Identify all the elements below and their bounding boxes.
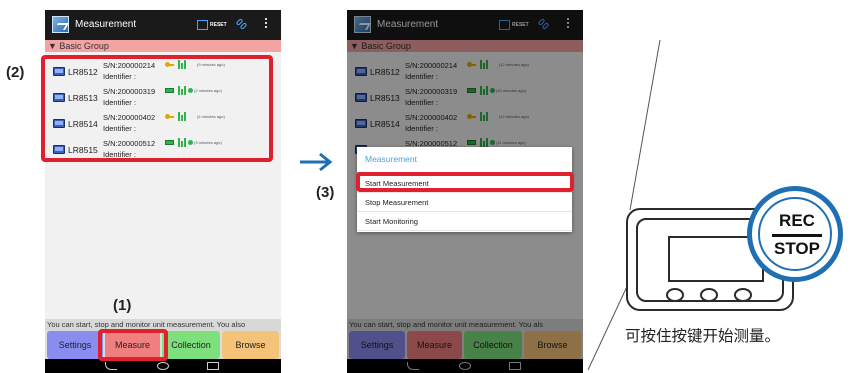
back-icon[interactable] (105, 362, 117, 370)
app-title: Measurement (75, 19, 137, 30)
app-logo-icon (52, 16, 69, 33)
stop-measurement-option[interactable]: Stop Measurement (357, 193, 572, 212)
stop-label: STOP (774, 239, 820, 258)
tab-browse[interactable]: Browse (222, 331, 279, 359)
tab-settings[interactable]: Settings (47, 331, 103, 359)
start-measurement-highlight (356, 172, 574, 192)
recent-apps-icon[interactable] (207, 362, 219, 370)
measure-tab-highlight (98, 329, 168, 361)
rec-divider (772, 234, 822, 237)
device-button (734, 288, 752, 302)
start-monitoring-option[interactable]: Start Monitoring (357, 212, 572, 231)
system-nav-bar (45, 359, 281, 373)
step-label-2: (2) (6, 64, 25, 81)
step-label-1: (1) (113, 297, 132, 314)
reset-button[interactable]: RESET (197, 17, 227, 32)
home-icon[interactable] (157, 362, 169, 370)
link-icon[interactable] (235, 18, 248, 31)
tab-collection[interactable]: Collection (162, 331, 220, 359)
reset-icon (197, 19, 208, 30)
group-header[interactable]: ▼ Basic Group (45, 40, 281, 52)
divider-slash (587, 40, 661, 370)
overflow-menu-icon[interactable] (263, 17, 269, 32)
rec-stop-button-icon: REC STOP (747, 186, 843, 282)
device-button (666, 288, 684, 302)
app-bar: Measurement RESET (45, 10, 281, 40)
rec-label: REC (779, 211, 815, 230)
device-list-highlight (41, 55, 273, 162)
step-label-3: (3) (316, 184, 335, 201)
reset-label: RESET (210, 21, 227, 28)
device-button (700, 288, 718, 302)
arrow-right-icon (300, 152, 333, 172)
instruction-caption: 可按住按键开始测量。 (625, 327, 781, 345)
dialog-title: Measurement (365, 154, 417, 164)
